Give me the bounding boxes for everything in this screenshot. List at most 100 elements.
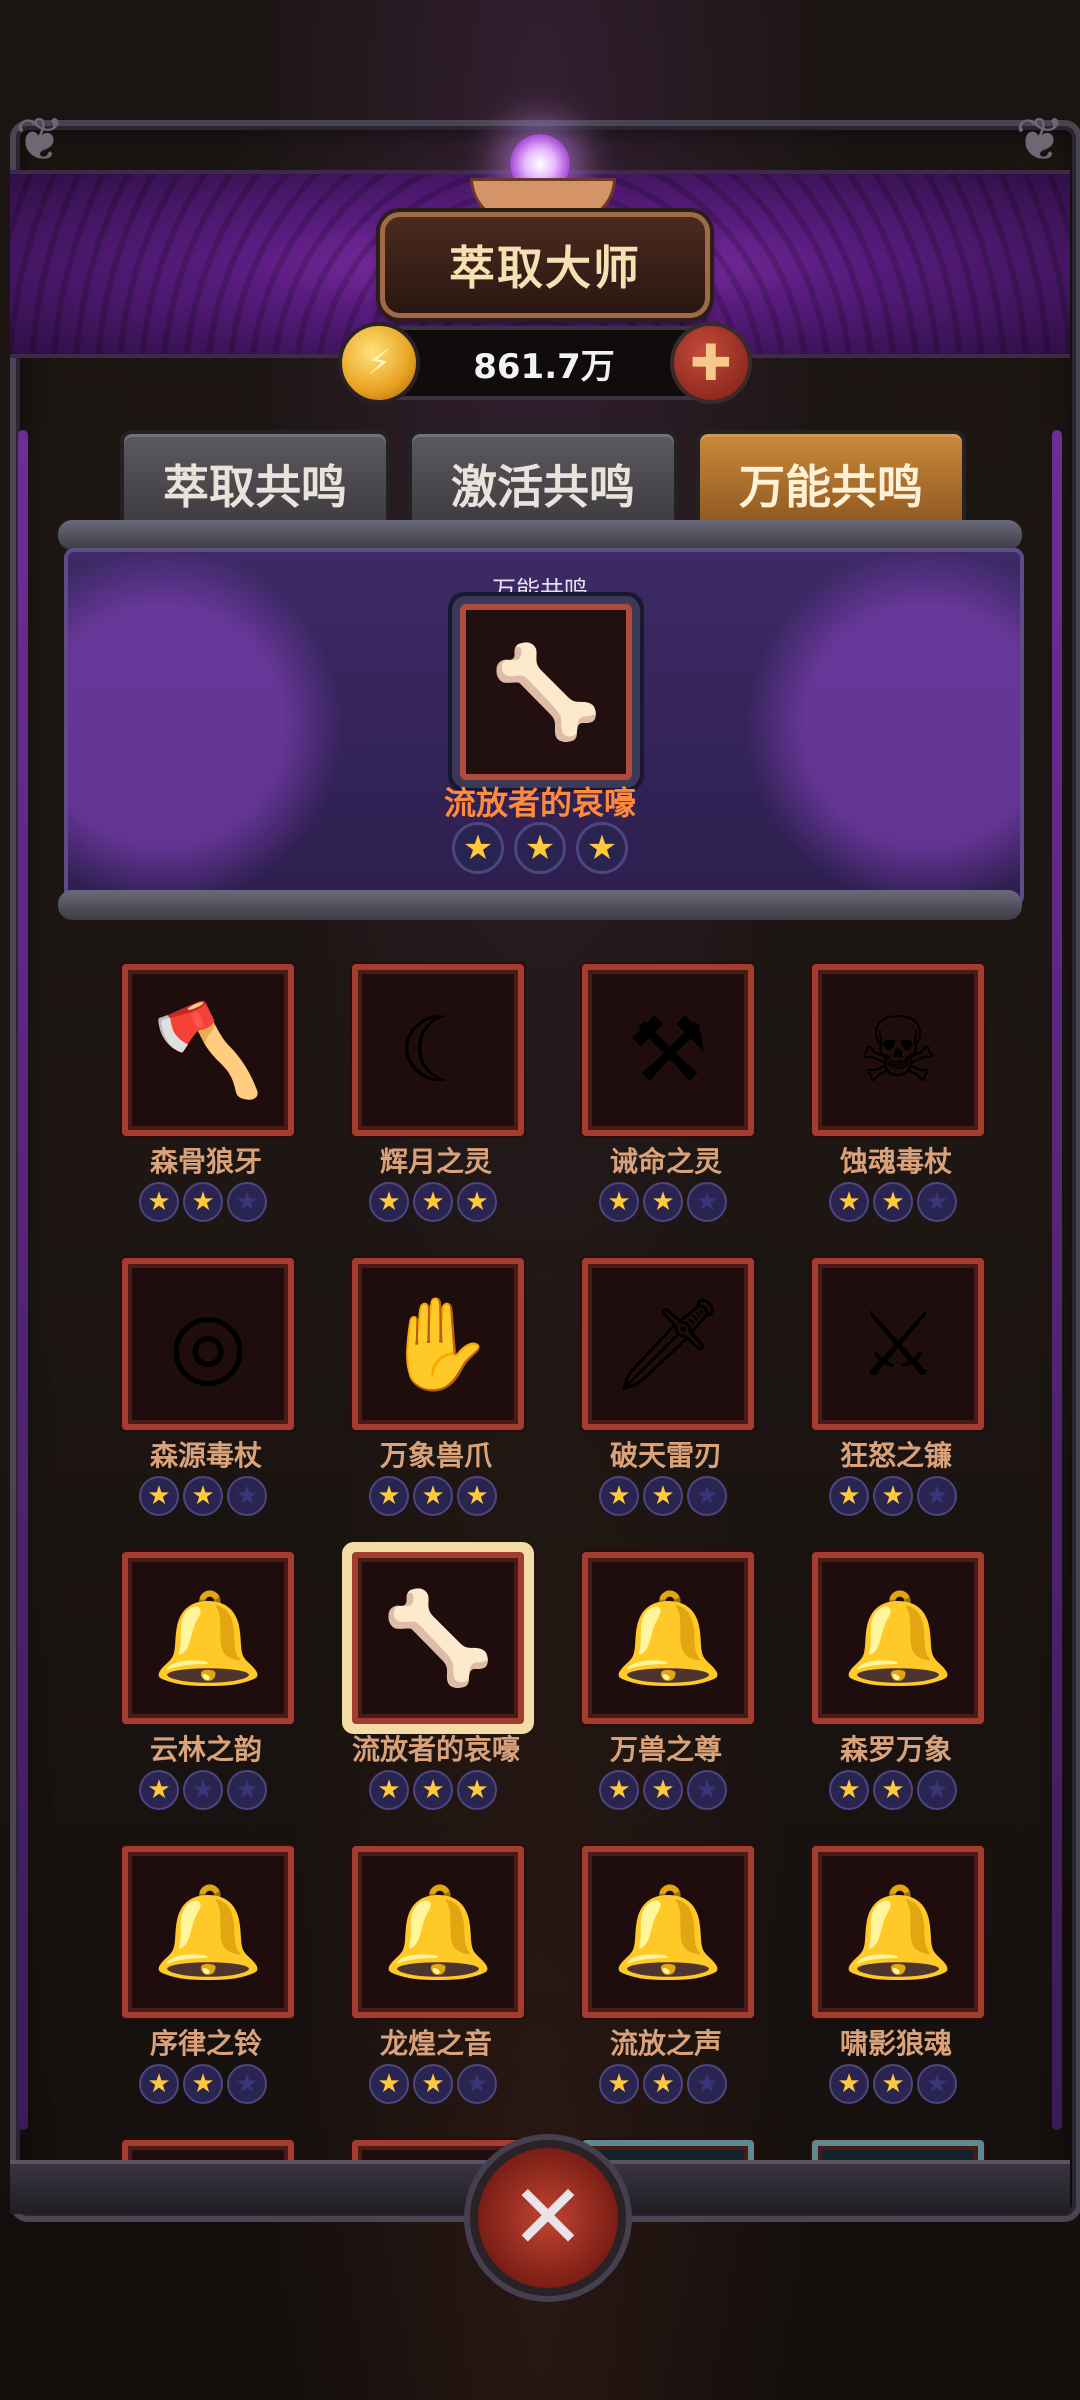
star-icon: ★ [829,1182,869,1222]
star-icon: ★ [139,1770,179,1810]
item-card[interactable]: 🔔 啸影狼魂 ★ ★ ★ [798,1832,998,2112]
item-slot[interactable]: 🔔 [812,1552,984,1724]
item-card[interactable]: 🔔 流放之声 ★ ★ ★ [568,1832,768,2112]
item-card[interactable]: ◎ 森源毒杖 ★ ★ ★ [108,1244,308,1524]
claw-staff-icon: ✋ [381,1291,495,1397]
item-card[interactable]: 🔔 序律之铃 ★ ★ ★ [108,1832,308,2112]
star-icon: ★ [873,1770,913,1810]
star-icon: ★ [599,1182,639,1222]
item-slot[interactable]: 🔔 [812,1846,984,2018]
item-slot[interactable]: ⚒ [582,964,754,1136]
item-slot[interactable]: ☠ [812,964,984,1136]
star-icon: ★ [227,1476,267,1516]
item-slot[interactable]: 🔔 [582,1552,754,1724]
bell-icon: 🔔 [611,1879,725,1985]
bell-icon: 🔔 [381,1879,495,1985]
spiked-axe-icon: 🪓 [151,997,265,1103]
star-icon: ★ [514,822,566,874]
scythe-icon: ⚔ [857,1291,939,1397]
item-card[interactable]: 🔔 森罗万象 ★ ★ ★ [798,1538,998,1818]
star-icon: ★ [413,2064,453,2104]
star-icon: ★ [227,2064,267,2104]
item-card[interactable]: ✋ 万象兽爪 ★ ★ ★ [338,1244,538,1524]
star-icon: ★ [413,1770,453,1810]
bell-icon: 🔔 [841,1585,955,1691]
item-card[interactable]: 🦴 流放者的哀嚎 ★ ★ ★ [338,1538,538,1818]
star-icon: ★ [183,2064,223,2104]
left-rail [18,430,28,2130]
item-name: 辉月之灵 [379,1145,492,1178]
star-icon: ★ [139,2064,179,2104]
featured-stars: ★ ★ ★ [0,822,1080,874]
item-card[interactable]: 🔔 云林之韵 ★ ★ ★ [108,1538,308,1818]
item-slot[interactable]: ☾ [352,964,524,1136]
item-card[interactable]: ⚒ 诫命之灵 ★ ★ ★ [568,950,768,1230]
item-name: 狂怒之镰 [839,1439,952,1472]
star-icon: ★ [643,1182,683,1222]
item-slot[interactable]: 🗡 [582,1258,754,1430]
featured-label: 万能共鸣 [492,576,588,604]
panel-divider [58,890,1022,920]
item-name: 森源毒杖 [149,1439,262,1472]
item-slot[interactable]: 🔔 [582,1846,754,2018]
item-name: 诫命之灵 [609,1145,722,1178]
star-icon: ★ [599,2064,639,2104]
add-currency-button[interactable]: ✚ [670,322,752,404]
item-slot[interactable]: ⚔ [812,1258,984,1430]
mace-icon: ⚒ [627,997,709,1103]
item-card[interactable]: 🗡 破天雷刃 ★ ★ ★ [568,1244,768,1524]
spear-bell-icon: 🔔 [841,1879,955,1985]
item-card[interactable]: 🔔 万兽之尊 ★ ★ ★ [568,1538,768,1818]
item-name: 蚀魂毒杖 [839,1145,952,1178]
tab-divider [58,520,1022,550]
bell-icon: 🔔 [611,1585,725,1691]
item-stars: ★ ★ ★ [568,2064,758,2104]
item-name: 流放者的哀嚎 [351,1733,520,1766]
star-icon: ★ [829,1770,869,1810]
moon-bell-icon: 🔔 [151,1585,265,1691]
item-name: 龙煌之音 [379,2027,492,2060]
item-card[interactable]: ⚔ 狂怒之镰 ★ ★ ★ [798,1244,998,1524]
star-icon: ★ [457,2064,497,2104]
corner-ornament-icon: ❦ [1014,105,1066,175]
item-slot[interactable]: ✋ [352,1258,524,1430]
item-card[interactable]: ☠ 蚀魂毒杖 ★ ★ ★ [798,950,998,1230]
star-icon: ★ [599,1770,639,1810]
star-icon: ★ [873,2064,913,2104]
item-card[interactable]: ☾ 辉月之灵 ★ ★ ★ [338,950,538,1230]
bone-staff-icon: 🦴 [381,1585,495,1691]
star-icon: ★ [687,2064,727,2104]
page-title: 萃取大师 [380,212,710,318]
star-icon: ★ [413,1476,453,1516]
item-stars: ★ ★ ★ [108,1770,298,1810]
item-name: 万兽之尊 [609,1733,722,1766]
star-icon: ★ [917,1476,957,1516]
star-icon: ★ [413,1182,453,1222]
item-slot[interactable]: ◎ [122,1258,294,1430]
item-card[interactable]: 🪓 森骨狼牙 ★ ★ ★ [108,950,308,1230]
item-stars: ★ ★ ★ [108,1182,298,1222]
item-card[interactable]: 🔔 龙煌之音 ★ ★ ★ [338,1832,538,2112]
featured-item-slot[interactable]: 🦴 [460,604,632,780]
star-icon: ★ [183,1182,223,1222]
item-slot[interactable]: 🦴 [352,1552,524,1724]
item-slot[interactable]: 🔔 [122,1552,294,1724]
item-slot[interactable]: 🔔 [122,1846,294,2018]
star-icon: ★ [576,822,628,874]
item-name: 云林之韵 [149,1733,262,1766]
item-name: 啸影狼魂 [839,2027,952,2060]
star-icon: ★ [829,2064,869,2104]
item-name: 森罗万象 [839,1733,952,1766]
star-icon: ★ [643,2064,683,2104]
item-stars: ★ ★ ★ [338,1770,528,1810]
star-icon: ★ [183,1770,223,1810]
item-slot[interactable]: 🔔 [352,1846,524,2018]
blade-icon: 🗡 [610,1291,726,1397]
item-name: 万象兽爪 [379,1439,492,1472]
star-icon: ★ [139,1476,179,1516]
star-icon: ★ [227,1770,267,1810]
star-icon: ★ [452,822,504,874]
close-button[interactable]: ✕ [470,2140,626,2296]
star-icon: ★ [369,1182,409,1222]
item-slot[interactable]: 🪓 [122,964,294,1136]
